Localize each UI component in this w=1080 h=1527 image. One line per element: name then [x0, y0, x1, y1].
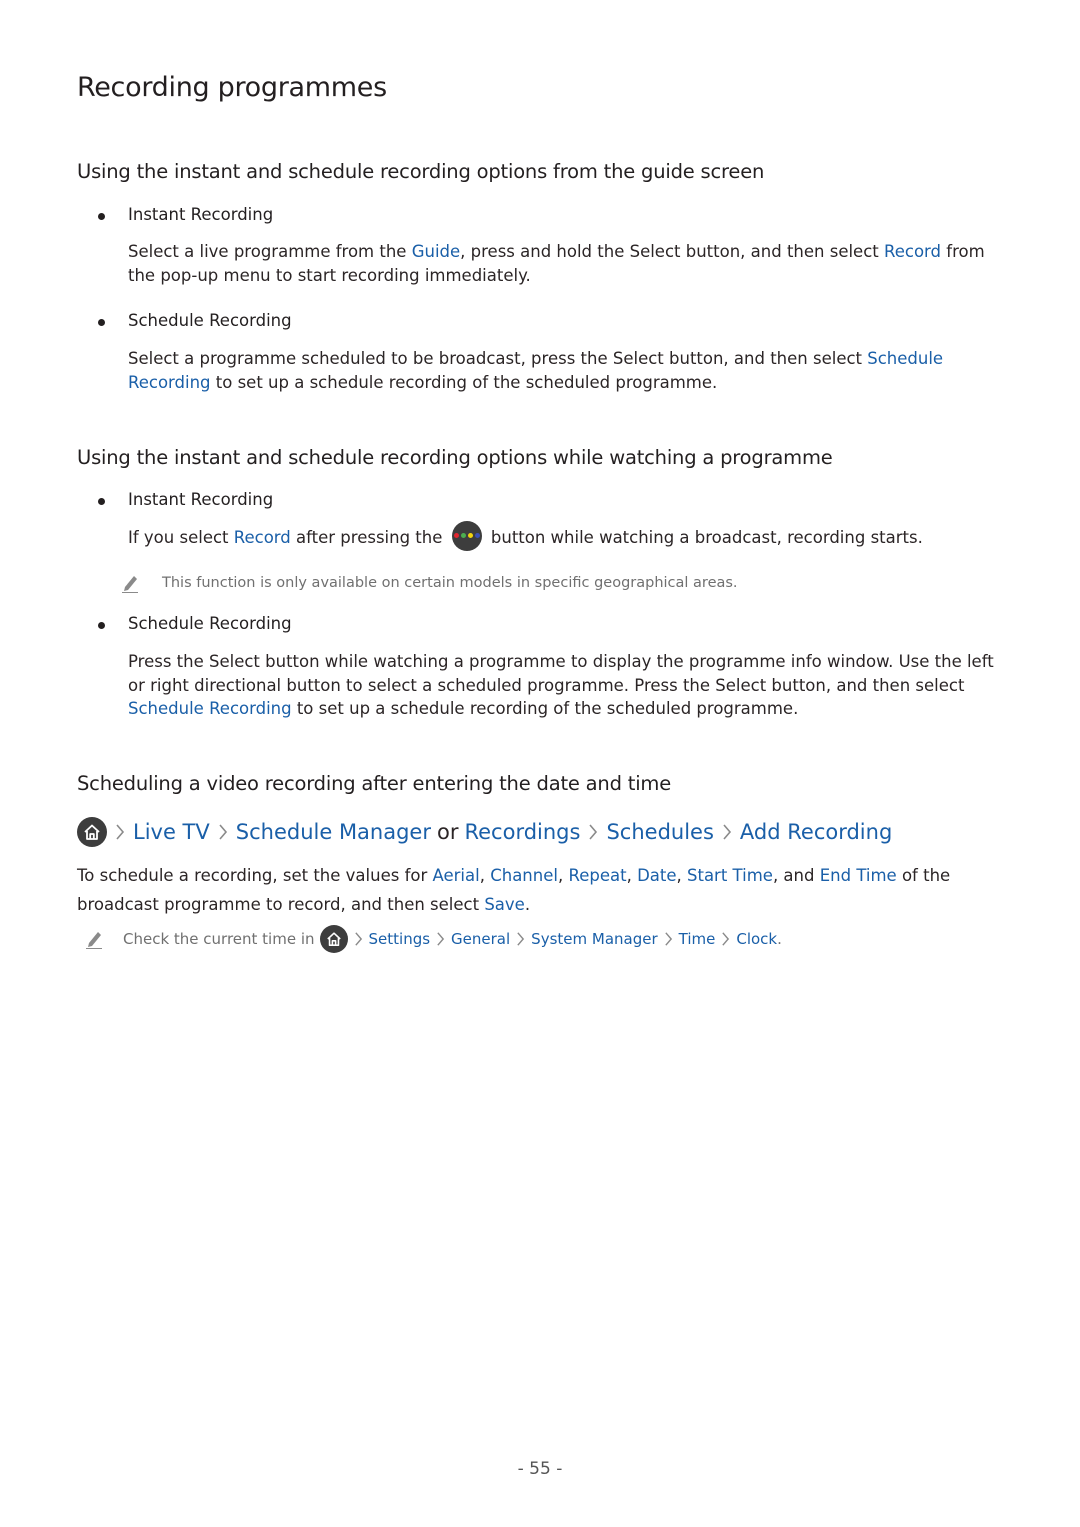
save-button-ref[interactable]: Save [484, 895, 525, 914]
bullet-title: Schedule Recording [128, 311, 292, 330]
clock-note: Check the current time in Settings Gener… [123, 925, 782, 953]
schedule-recording-text-2: Press the Select button while watching a… [128, 650, 998, 721]
path-live-tv[interactable]: Live TV [133, 820, 210, 844]
field-end-time[interactable]: End Time [820, 866, 897, 885]
text: , and [772, 866, 820, 885]
path-general[interactable]: General [451, 930, 510, 948]
path-schedule-manager[interactable]: Schedule Manager [236, 820, 431, 844]
link-record[interactable]: Record [884, 242, 941, 261]
bullet-instant-recording: Instant Recording [98, 205, 274, 224]
note-prefix: Check the current time in [123, 930, 315, 948]
page-title: Recording programmes [77, 72, 387, 103]
path-add-recording[interactable]: Add Recording [740, 820, 892, 844]
schedule-recording-text: Select a programme scheduled to be broad… [128, 347, 998, 394]
schedule-instructions: To schedule a recording, set the values … [77, 861, 1002, 919]
text: , [626, 866, 638, 885]
chevron-right-icon [722, 823, 732, 841]
chevron-right-icon [721, 931, 730, 947]
path-recordings[interactable]: Recordings [464, 820, 580, 844]
page-number: - 55 - [517, 1459, 563, 1479]
link-schedule-recording[interactable]: Schedule Recording [128, 699, 292, 718]
path-system-manager[interactable]: System Manager [531, 930, 657, 948]
bullet-schedule-recording: Schedule Recording [98, 311, 292, 330]
field-start-time[interactable]: Start Time [687, 866, 773, 885]
color-button-icon [451, 520, 482, 551]
text: , press and hold the Select button, and … [460, 242, 884, 261]
chevron-right-icon [436, 931, 445, 947]
path-time[interactable]: Time [679, 930, 716, 948]
text: , [479, 866, 491, 885]
chevron-right-icon [516, 931, 525, 947]
text: Select a programme scheduled to be broad… [128, 349, 868, 368]
text: If you select [128, 528, 234, 547]
chevron-right-icon [115, 823, 125, 841]
text: To schedule a recording, set the values … [77, 866, 433, 885]
text: , [557, 866, 569, 885]
chevron-right-icon [218, 823, 228, 841]
field-aerial[interactable]: Aerial [433, 866, 480, 885]
availability-note: This function is only available on certa… [162, 575, 738, 591]
pencil-note-icon [86, 932, 102, 949]
field-date[interactable]: Date [637, 866, 676, 885]
text: to set up a schedule recording of the sc… [291, 699, 799, 718]
path-or: or [437, 820, 459, 844]
bullet-title: Schedule Recording [128, 614, 292, 633]
path-settings[interactable]: Settings [369, 930, 431, 948]
bullet-dot [98, 622, 105, 629]
section-heading-date-time: Scheduling a video recording after enter… [77, 772, 672, 795]
text: Select a live programme from the [128, 242, 412, 261]
instant-recording-text: Select a live programme from the Guide, … [128, 240, 998, 287]
section-heading-watching: Using the instant and schedule recording… [77, 446, 833, 469]
bullet-title: Instant Recording [128, 205, 274, 224]
text: . [524, 895, 531, 914]
bullet-schedule-recording-2: Schedule Recording [98, 614, 292, 633]
path-clock[interactable]: Clock [736, 930, 777, 948]
chevron-right-icon [588, 823, 598, 841]
text: button while watching a broadcast, recor… [485, 528, 923, 547]
bullet-instant-recording-2: Instant Recording [98, 490, 274, 509]
pencil-note-icon [122, 576, 138, 593]
path-schedules[interactable]: Schedules [606, 820, 713, 844]
bullet-dot [98, 498, 105, 505]
text: Press the Select button while watching a… [128, 652, 994, 695]
chevron-right-icon [354, 931, 363, 947]
bullet-dot [98, 319, 105, 326]
home-icon[interactable] [77, 817, 107, 847]
field-repeat[interactable]: Repeat [568, 866, 626, 885]
instant-recording-text-2: If you select Record after pressing the … [128, 520, 998, 551]
link-record[interactable]: Record [234, 528, 291, 547]
menu-path: Live TV Schedule Manager or Recordings S… [77, 814, 892, 850]
text: , [676, 866, 687, 885]
bullet-dot [98, 213, 105, 220]
text: to set up a schedule recording of the sc… [210, 372, 718, 392]
note-suffix: . [777, 930, 782, 948]
link-guide[interactable]: Guide [412, 242, 460, 261]
section-heading-guide: Using the instant and schedule recording… [77, 160, 765, 183]
chevron-right-icon [664, 931, 673, 947]
text: after pressing the [290, 528, 448, 547]
field-channel[interactable]: Channel [490, 866, 558, 885]
home-icon[interactable] [319, 925, 348, 953]
bullet-title: Instant Recording [128, 490, 274, 509]
